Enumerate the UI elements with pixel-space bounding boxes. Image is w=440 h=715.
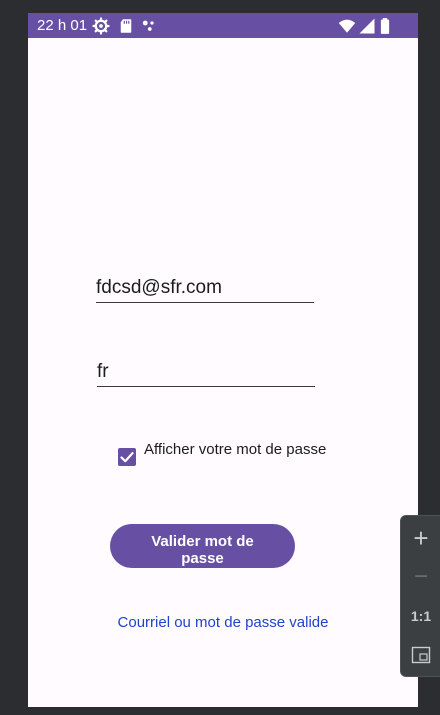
- checkmark-icon: [120, 452, 134, 463]
- zoom-toolbar: + − 1:1: [400, 515, 440, 677]
- password-input[interactable]: [97, 361, 315, 383]
- fit-screen-button[interactable]: [401, 637, 440, 673]
- signal-icon: [359, 18, 375, 34]
- email-input[interactable]: [96, 277, 314, 299]
- actual-size-button[interactable]: 1:1: [401, 598, 440, 634]
- status-time: 22 h 01: [37, 17, 88, 34]
- validate-button-label: Valider mot de passe: [151, 533, 254, 567]
- zoom-in-icon: +: [413, 523, 429, 553]
- password-field[interactable]: [97, 354, 315, 387]
- show-password-checkbox[interactable]: [118, 448, 136, 466]
- result-message: Courriel ou mot de passe valide: [117, 614, 329, 631]
- actual-size-label: 1:1: [410, 608, 432, 624]
- zoom-in-button[interactable]: +: [401, 520, 440, 556]
- wifi-icon: [338, 19, 356, 33]
- zoom-out-button[interactable]: −: [401, 559, 440, 595]
- gear-icon: [92, 17, 110, 35]
- phone-screen: 22 h 01 fdcsd@sfr.com fr Afficher votre …: [28, 13, 418, 707]
- email-field[interactable]: [96, 270, 314, 303]
- fit-screen-icon: [411, 646, 431, 664]
- notification-dots-icon: [142, 20, 154, 31]
- sd-card-icon: [120, 19, 132, 33]
- show-password-label[interactable]: Afficher votre mot de passe: [144, 441, 334, 459]
- validate-password-button[interactable]: Valider mot de passe: [110, 524, 295, 568]
- status-bar: 22 h 01: [28, 13, 418, 38]
- emulator-window: 22 h 01 fdcsd@sfr.com fr Afficher votre …: [0, 0, 440, 715]
- zoom-out-icon: −: [413, 563, 428, 590]
- battery-icon: [380, 18, 390, 34]
